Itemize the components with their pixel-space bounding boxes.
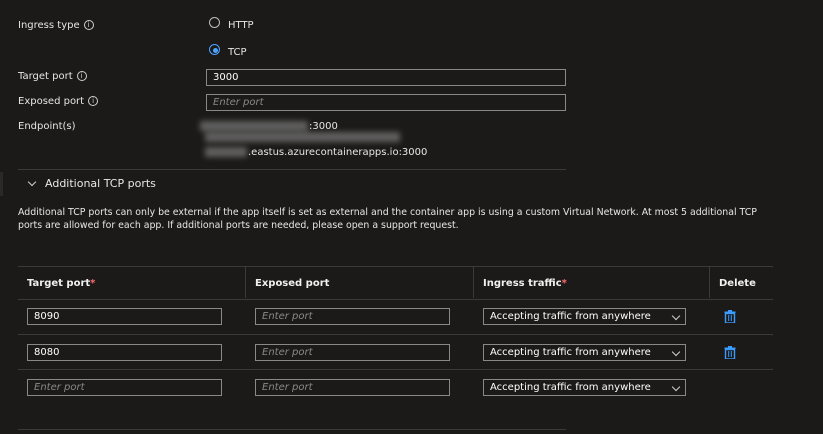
col-divider [473,266,474,298]
table-top-line [18,266,773,267]
row2-ingress-traffic-select[interactable]: Accepting traffic from anywhere [483,344,686,361]
col-header-target-port: Target port* [27,278,96,289]
ingress-type-label: Ingress type i [18,20,94,31]
ports-table: Target port* Exposed port Ingress traffi… [18,266,773,434]
chevron-down-icon [671,382,681,392]
section-title: Additional TCP ports [45,177,156,190]
col-header-ingress-traffic: Ingress traffic* [483,278,567,289]
row2-exposed-port-input[interactable]: Enter port [255,344,450,361]
bottom-divider [18,429,566,430]
row1-ingress-traffic-select[interactable]: Accepting traffic from anywhere [483,308,686,325]
col-divider [245,266,246,298]
row1-exposed-port-input[interactable]: Enter port [255,308,450,325]
redacted-endpoint-2b [205,147,247,157]
radio-http-label: HTTP [228,20,254,31]
target-port-input[interactable]: 3000 [206,69,566,86]
section-marker [0,172,3,196]
redacted-endpoint-1 [200,121,308,131]
row1-target-port-input[interactable]: 8090 [27,308,222,325]
divider [18,169,566,170]
radio-circle-tcp[interactable] [209,44,220,55]
info-icon: i [88,96,99,106]
additional-tcp-ports-toggle[interactable]: Additional TCP ports [18,174,218,192]
trash-icon[interactable] [724,346,736,359]
row2-target-port-input[interactable]: 8080 [27,344,222,361]
row3-traffic-value: Accepting traffic from anywhere [490,382,651,393]
info-icon: i [76,71,87,81]
header-divider [18,299,773,300]
trash-icon[interactable] [724,310,736,323]
endpoint-2: .eastus.azurecontainerapps.io:3000 [248,147,428,158]
target-port-label: Target port i [18,71,87,82]
row3-target-port-input[interactable]: Enter port [27,379,222,396]
section-description: Additional TCP ports can only be externa… [18,207,757,231]
radio-circle-http[interactable] [209,17,220,28]
col-divider [709,266,710,298]
row3-ingress-traffic-select[interactable]: Accepting traffic from anywhere [483,379,686,396]
col-header-delete: Delete [719,278,756,289]
row-divider [18,369,773,370]
chevron-down-icon [27,177,37,187]
col-header-exposed-port: Exposed port [255,278,330,289]
radio-tcp-label: TCP [228,47,247,58]
row2-traffic-value: Accepting traffic from anywhere [490,347,651,358]
endpoint-1: :3000 [309,121,338,132]
chevron-down-icon [671,311,681,321]
info-icon: i [83,20,94,30]
exposed-port-input[interactable]: Enter port [206,94,566,111]
chevron-down-icon [671,347,681,357]
row3-exposed-port-input[interactable]: Enter port [255,379,450,396]
row1-traffic-value: Accepting traffic from anywhere [490,311,651,322]
redacted-endpoint-2a [205,132,400,142]
row-divider [18,334,773,335]
exposed-port-label: Exposed port i [18,96,99,107]
endpoints-label: Endpoint(s) [18,121,76,132]
